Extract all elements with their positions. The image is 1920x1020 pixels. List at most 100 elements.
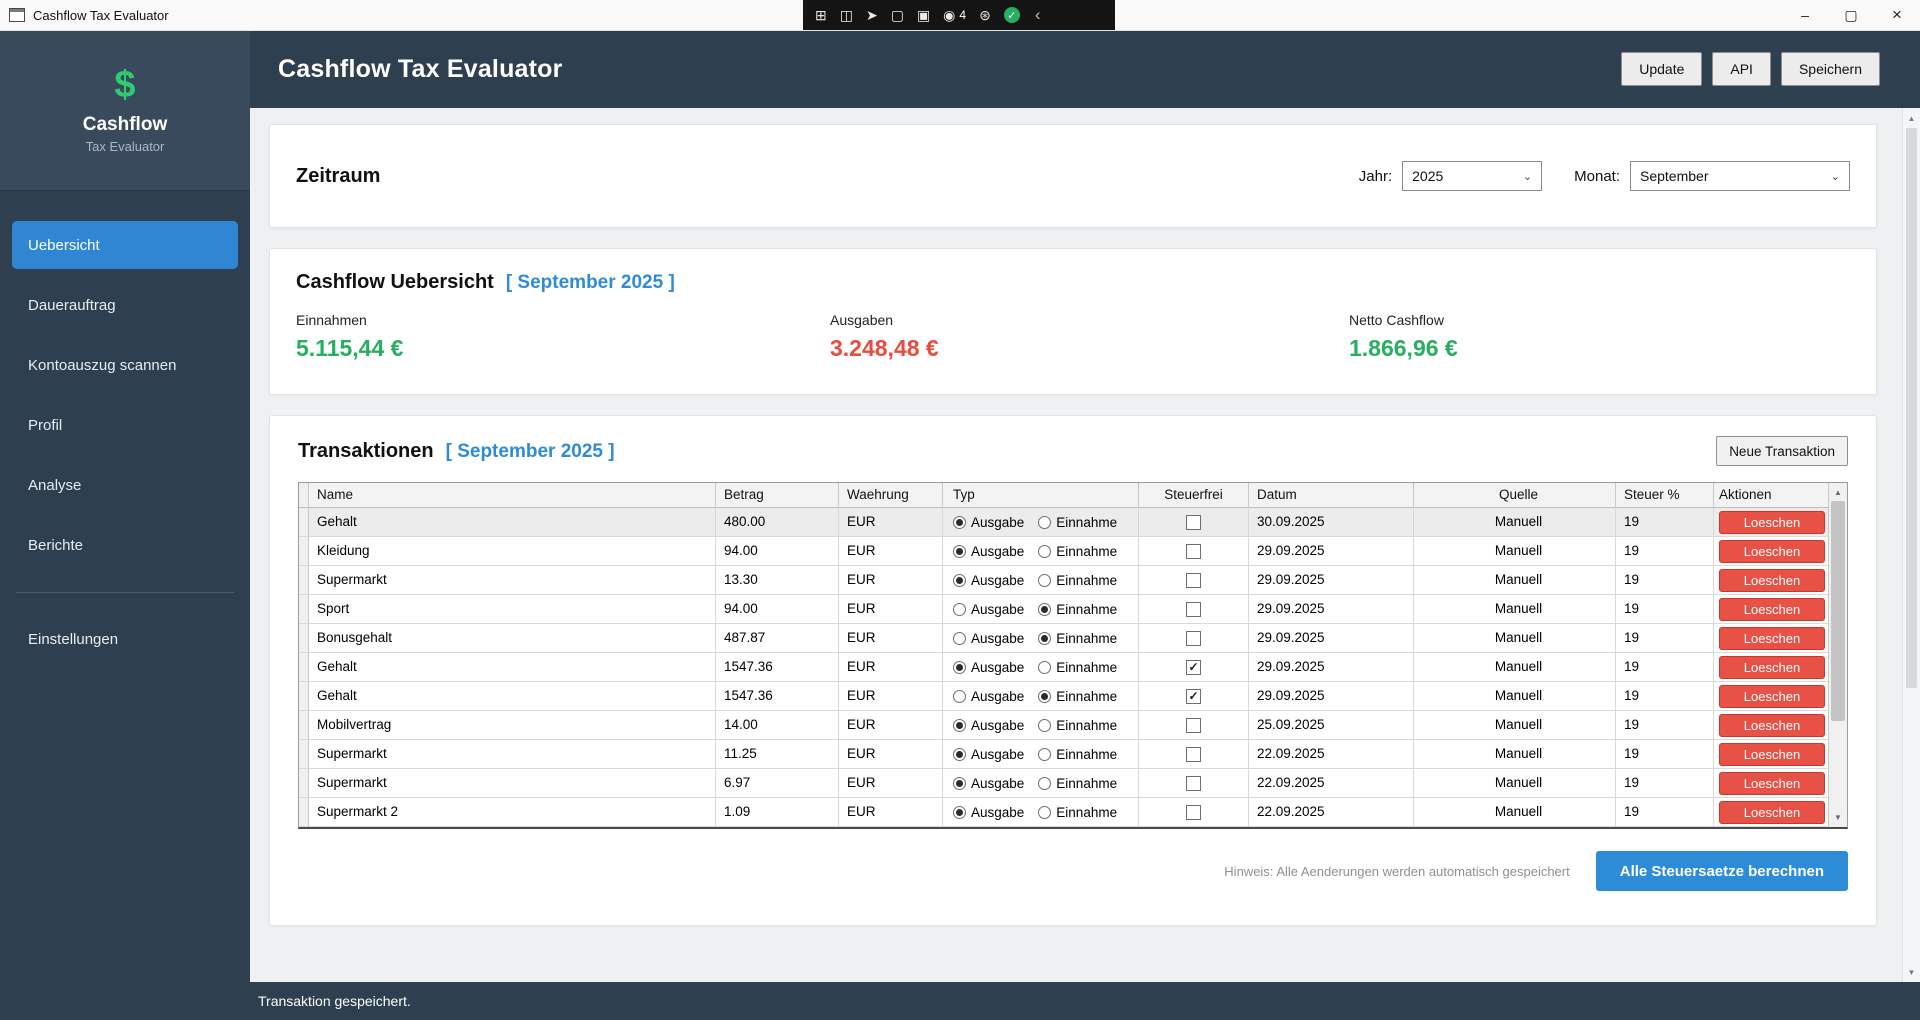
api-button[interactable]: API <box>1712 52 1771 86</box>
radio-einnahme[interactable] <box>1038 719 1051 732</box>
window-scrollbar[interactable]: ▲ ▼ <box>1902 108 1920 982</box>
steuerfrei-checkbox[interactable] <box>1186 660 1201 675</box>
row-selector[interactable] <box>299 769 309 798</box>
row-selector[interactable] <box>299 682 309 711</box>
steuerfrei-checkbox[interactable] <box>1186 573 1201 588</box>
row-selector[interactable] <box>299 653 309 682</box>
delete-button[interactable]: Loeschen <box>1719 656 1825 679</box>
table-row[interactable]: Supermarkt 13.30 EUR Ausgabe Einnahme <box>299 566 1847 595</box>
radio-ausgabe[interactable] <box>953 516 966 529</box>
radio-ausgabe[interactable] <box>953 545 966 558</box>
scroll-down-icon[interactable]: ▼ <box>1829 810 1847 825</box>
steuerfrei-checkbox[interactable] <box>1186 805 1201 820</box>
monat-select[interactable]: September ⌄ <box>1630 161 1850 191</box>
row-selector[interactable] <box>299 798 309 827</box>
column-header-typ[interactable]: Typ <box>943 483 1139 508</box>
delete-button[interactable]: Loeschen <box>1719 598 1825 621</box>
column-header-datum[interactable]: Datum <box>1249 483 1414 508</box>
row-selector[interactable] <box>299 624 309 653</box>
pointer-icon[interactable]: ➤ <box>866 8 878 22</box>
accessibility-icon[interactable]: ⊛ <box>979 8 991 22</box>
steuerfrei-checkbox[interactable] <box>1186 689 1201 704</box>
sidebar-item[interactable]: Einstellungen <box>12 615 238 663</box>
radio-ausgabe[interactable] <box>953 574 966 587</box>
table-scrollbar[interactable]: ▲ ▼ <box>1828 483 1847 827</box>
column-header-steuerfrei[interactable]: Steuerfrei <box>1139 483 1249 508</box>
radio-einnahme[interactable] <box>1038 516 1051 529</box>
delete-button[interactable]: Loeschen <box>1719 569 1825 592</box>
radio-ausgabe[interactable] <box>953 632 966 645</box>
sidebar-item[interactable]: Dauerauftrag <box>12 281 238 329</box>
maximize-button[interactable]: ▢ <box>1828 0 1874 30</box>
radio-einnahme[interactable] <box>1038 806 1051 819</box>
jahr-select[interactable]: 2025 ⌄ <box>1402 161 1542 191</box>
table-row[interactable]: Bonusgehalt 487.87 EUR Ausgabe Einnahme <box>299 624 1847 653</box>
sidebar-item[interactable]: Uebersicht <box>12 221 238 269</box>
column-header-waehrung[interactable]: Waehrung <box>839 483 943 508</box>
neue-transaktion-button[interactable]: Neue Transaktion <box>1716 436 1848 466</box>
row-selector[interactable] <box>299 508 309 537</box>
row-selector[interactable] <box>299 711 309 740</box>
radio-ausgabe[interactable] <box>953 719 966 732</box>
steuerfrei-checkbox[interactable] <box>1186 718 1201 733</box>
sidebar-item[interactable]: Kontoauszug scannen <box>12 341 238 389</box>
table-scrollbar-thumb[interactable] <box>1831 501 1845 721</box>
sidebar-item[interactable]: Profil <box>12 401 238 449</box>
radio-ausgabe[interactable] <box>953 748 966 761</box>
sidebar-item[interactable]: Berichte <box>12 521 238 569</box>
steuerfrei-checkbox[interactable] <box>1186 776 1201 791</box>
steuerfrei-checkbox[interactable] <box>1186 747 1201 762</box>
scroll-up-icon[interactable]: ▲ <box>1903 111 1920 125</box>
radio-ausgabe[interactable] <box>953 603 966 616</box>
speichern-button[interactable]: Speichern <box>1781 52 1880 86</box>
table-row[interactable]: Kleidung 94.00 EUR Ausgabe Einnahme <box>299 537 1847 566</box>
radio-ausgabe[interactable] <box>953 777 966 790</box>
camera-icon[interactable]: ◫ <box>840 8 853 22</box>
column-header-name[interactable]: Name <box>309 483 716 508</box>
radio-einnahme[interactable] <box>1038 690 1051 703</box>
table-row[interactable]: Supermarkt 11.25 EUR Ausgabe Einnahme <box>299 740 1847 769</box>
row-selector[interactable] <box>299 740 309 769</box>
table-row[interactable]: Gehalt 1547.36 EUR Ausgabe Einnahme <box>299 682 1847 711</box>
column-header-aktionen[interactable]: Aktionen <box>1714 483 1831 508</box>
radio-einnahme[interactable] <box>1038 661 1051 674</box>
steuerfrei-checkbox[interactable] <box>1186 515 1201 530</box>
screen-draw-icon[interactable]: ⊞ <box>815 8 827 22</box>
radio-ausgabe[interactable] <box>953 690 966 703</box>
collapse-chevron-icon[interactable]: ‹ <box>1035 5 1041 25</box>
sidebar-item[interactable]: Analyse <box>12 461 238 509</box>
row-selector[interactable] <box>299 537 309 566</box>
table-row[interactable]: Gehalt 1547.36 EUR Ausgabe Einnahme <box>299 653 1847 682</box>
capture-pointer-icon[interactable]: ▣ <box>917 8 930 22</box>
radio-ausgabe[interactable] <box>953 661 966 674</box>
steuerfrei-checkbox[interactable] <box>1186 544 1201 559</box>
column-header-quelle[interactable]: Quelle <box>1414 483 1616 508</box>
row-selector[interactable] <box>299 566 309 595</box>
steuerfrei-checkbox[interactable] <box>1186 631 1201 646</box>
delete-button[interactable]: Loeschen <box>1719 714 1825 737</box>
column-header-steuer[interactable]: Steuer % <box>1616 483 1714 508</box>
delete-button[interactable]: Loeschen <box>1719 685 1825 708</box>
column-header-betrag[interactable]: Betrag <box>716 483 839 508</box>
radio-einnahme[interactable] <box>1038 632 1051 645</box>
radio-einnahme[interactable] <box>1038 748 1051 761</box>
delete-button[interactable]: Loeschen <box>1719 511 1825 534</box>
table-row[interactable]: Supermarkt 6.97 EUR Ausgabe Einnahme <box>299 769 1847 798</box>
delete-button[interactable]: Loeschen <box>1719 627 1825 650</box>
region-select-icon[interactable]: ▢ <box>891 8 904 22</box>
delete-button[interactable]: Loeschen <box>1719 540 1825 563</box>
table-row[interactable]: Supermarkt 2 1.09 EUR Ausgabe Einnahme <box>299 798 1847 827</box>
close-button[interactable]: × <box>1874 0 1920 30</box>
record-icon[interactable]: ◉ <box>943 8 955 22</box>
radio-einnahme[interactable] <box>1038 603 1051 616</box>
delete-button[interactable]: Loeschen <box>1719 743 1825 766</box>
radio-einnahme[interactable] <box>1038 777 1051 790</box>
scroll-down-icon[interactable]: ▼ <box>1903 965 1920 979</box>
radio-einnahme[interactable] <box>1038 574 1051 587</box>
delete-button[interactable]: Loeschen <box>1719 772 1825 795</box>
table-row[interactable]: Sport 94.00 EUR Ausgabe Einnahme <box>299 595 1847 624</box>
calculate-taxes-button[interactable]: Alle Steuersaetze berechnen <box>1596 851 1848 891</box>
steuerfrei-checkbox[interactable] <box>1186 602 1201 617</box>
scroll-up-icon[interactable]: ▲ <box>1829 485 1847 500</box>
radio-ausgabe[interactable] <box>953 806 966 819</box>
